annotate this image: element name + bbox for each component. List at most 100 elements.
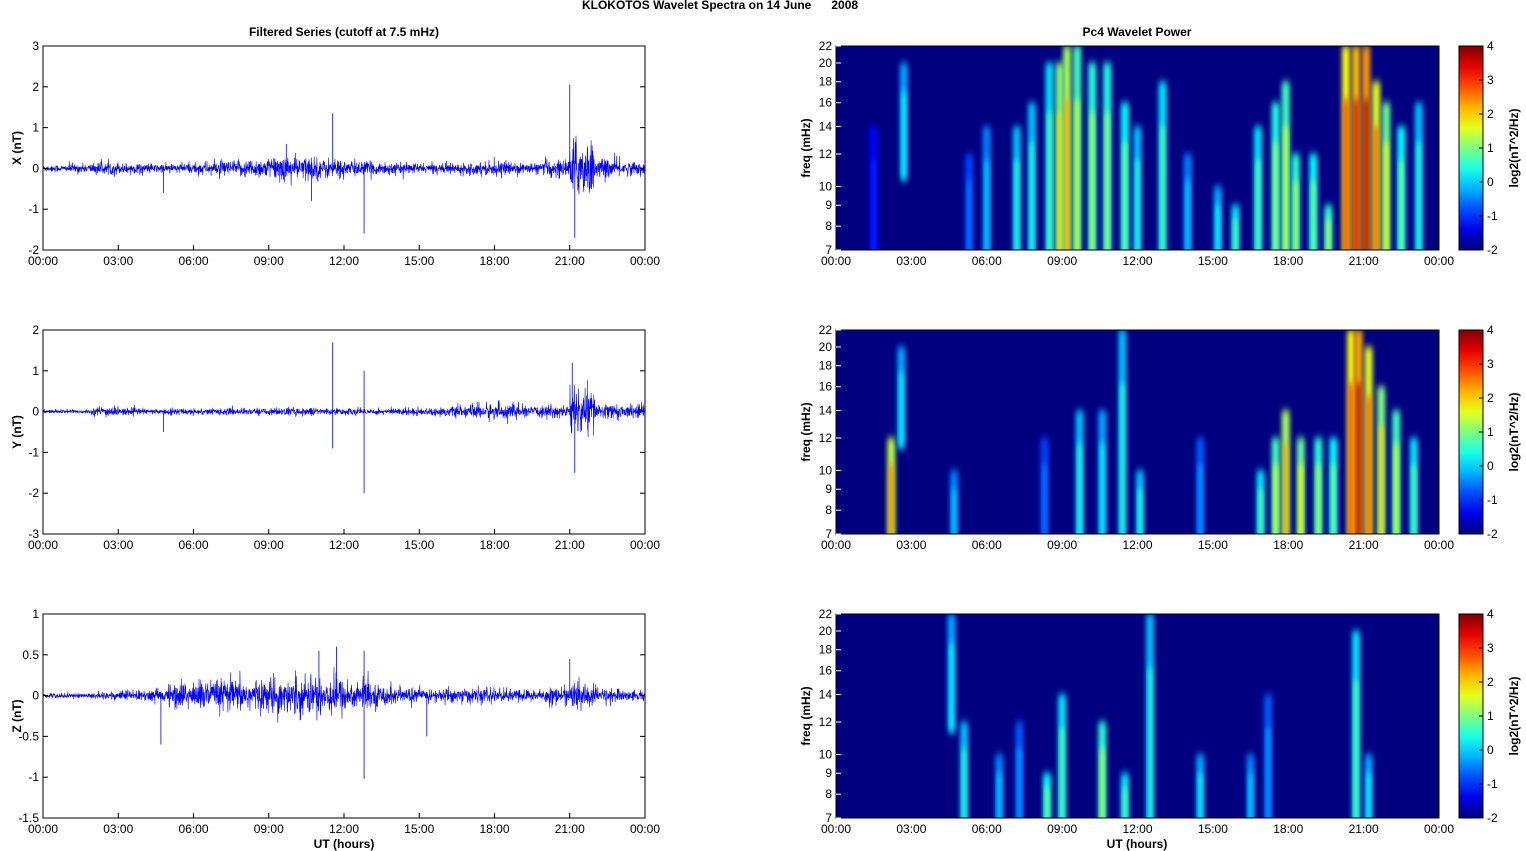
wavelet-power-core [1399,159,1404,250]
x-tick-label: 15:00 [1198,822,1228,836]
x-tick-label: 03:00 [103,822,133,836]
colorbar-tick-label: -2 [1487,243,1498,257]
y-tick-label: 18 [819,643,833,657]
y-tick-label: 1 [32,121,39,135]
x-tick-label: 00:00 [28,822,58,836]
wavelet-power-core [1293,180,1298,250]
wavelet-power-core [1283,126,1288,250]
x-tick-label: 09:00 [1047,538,1077,552]
wavelet-power-core [1065,99,1070,250]
wavelet-power-core [1215,204,1220,250]
x-tick-label: 06:00 [178,538,208,552]
colorbar-tick-label: 1 [1487,425,1494,439]
y-tick-label: 2 [32,323,39,337]
right-column-title: Pc4 Wavelet Power [1083,25,1192,39]
x-tick-label: 21:00 [1349,822,1379,836]
y-tick-label: -2 [28,486,39,500]
x-tick-label: 21:00 [1349,254,1379,268]
x-tick-label: 06:00 [972,822,1002,836]
x-tick-label: 15:00 [1198,254,1228,268]
x-tick-label: 15:00 [404,822,434,836]
y-tick-label: 8 [825,503,832,517]
y-tick-label: -1 [28,202,39,216]
x-tick-label: 21:00 [1349,538,1379,552]
wavelet-power-core [1354,680,1359,818]
wavelet-power-core [997,772,1002,818]
y-tick-label: 14 [819,404,833,418]
y-tick-label: 16 [819,96,833,110]
wavelet-power-core [1057,112,1062,250]
x-tick-label: 06:00 [972,538,1002,552]
y-tick-label: 9 [825,198,832,212]
wavelet-power-core [1198,772,1203,818]
y-tick-label: 8 [825,219,832,233]
wavelet-power-core [1273,464,1278,534]
x-tick-label: 09:00 [254,254,284,268]
y-tick-label: 22 [819,323,833,337]
wavelet-power-core [901,92,906,180]
y-axis-label: freq (mHz) [799,686,813,745]
plot-area [42,45,646,251]
wavelet-power-core [1075,99,1080,250]
wavelet-power-core [1122,142,1127,250]
y-tick-label: 0 [32,689,39,703]
x-tick-label: 00:00 [821,538,851,552]
wavelet-power-core [952,488,957,534]
wavelet-power-core [1047,112,1052,250]
wavelet-power-core [1364,99,1369,250]
colorbar-tick-label: 4 [1487,323,1494,337]
wavelet-power-core [1256,159,1261,250]
y-tick-label: 8 [825,787,832,801]
y-axis-label: X (nT) [10,131,24,165]
y-tick-label: 10 [819,179,833,193]
wavelet-power-core [1198,464,1203,534]
x-tick-label: 12:00 [1122,822,1152,836]
wavelet-power-core [1354,99,1359,250]
x-tick-label: 21:00 [555,822,585,836]
colorbar-label: log2(nT^2/Hz) [1507,108,1521,187]
colorbar-tick-label: 1 [1487,709,1494,723]
y-tick-label: 10 [819,747,833,761]
x-tick-label: 03:00 [896,822,926,836]
wavelet-power-core [1258,488,1263,534]
x-tick-label: 00:00 [630,822,660,836]
wavelet-power-core [871,159,876,250]
timeseries-panel-2: -1.5-1-0.500.5100:00 03:00 06:00 09:00 12:00… [10,607,660,836]
x-tick-label: 18:00 [1273,254,1303,268]
x-tick-label: 00:00 [1424,538,1454,552]
y-tick-label: 20 [819,624,833,638]
plot-area [42,613,646,819]
wavelet-power-core [1298,464,1303,534]
wavelet-power-core [1374,126,1379,250]
wavelet-power-core [1273,142,1278,250]
x-tick-label: 18:00 [1273,822,1303,836]
x-tick-label: 06:00 [178,254,208,268]
wavelet-power-core [1311,180,1316,250]
figure-title: KLOKOTOS Wavelet Spectra on 14 June 2008 [582,0,858,12]
y-tick-label: 20 [819,340,833,354]
y-axis-label: freq (mHz) [799,118,813,177]
y-tick-label: 9 [825,766,832,780]
colorbar-tick-label: 3 [1487,357,1494,371]
y-tick-label: 1 [32,607,39,621]
colorbar-tick-label: -1 [1487,209,1498,223]
y-tick-label: 12 [819,715,833,729]
figure: KLOKOTOS Wavelet Spectra on 14 June 2008… [10,0,1521,851]
x-tick-label: 00:00 [1424,822,1454,836]
y-tick-label: 14 [819,120,833,134]
wavelet-power-core [1283,443,1288,534]
wavelet-power-core [1185,180,1190,250]
right-x-axis-label: UT (hours) [1107,837,1168,851]
x-tick-label: 00:00 [821,254,851,268]
y-tick-label: 14 [819,688,833,702]
wavelet-power-core [1326,218,1331,250]
y-tick-label: 3 [32,39,39,53]
y-tick-label: 12 [819,147,833,161]
colorbar-tick-label: 0 [1487,175,1494,189]
colorbar-tick-label: 4 [1487,607,1494,621]
wavelet-power-core [1077,443,1082,534]
wavelet-power-core [1148,667,1153,818]
wavelet-power-core [1014,159,1019,250]
wavelet-power-core [889,464,894,534]
colorbar-label: log2(nT^2/Hz) [1507,676,1521,755]
